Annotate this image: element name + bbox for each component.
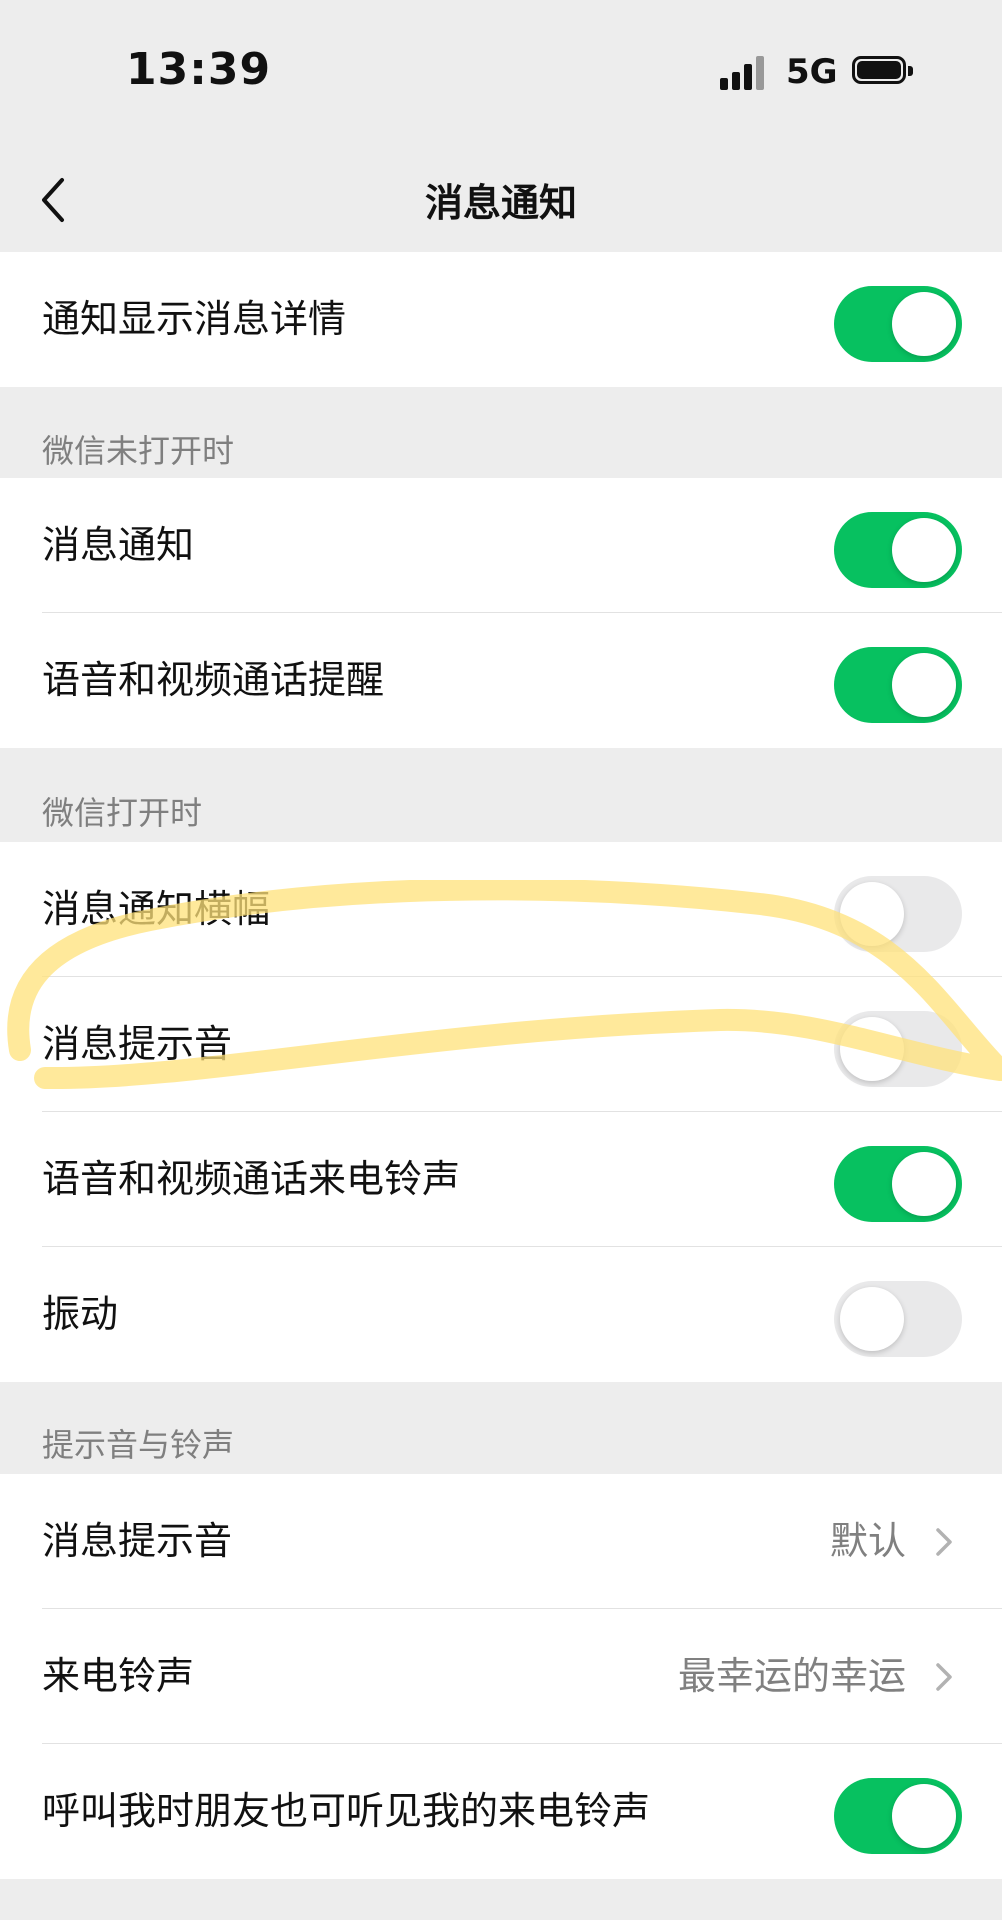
page-title: 消息通知	[424, 181, 577, 225]
setting-row-call-alert[interactable]: 语音和视频通话提醒	[0, 613, 1002, 748]
signal-icon	[720, 56, 768, 90]
setting-value: 默认	[829, 1519, 906, 1563]
setting-label: 消息提示音	[42, 1519, 233, 1563]
setting-label: 语音和视频通话提醒	[42, 658, 385, 702]
setting-label: 语音和视频通话来电铃声	[42, 1157, 461, 1201]
setting-row-message-tone[interactable]: 消息提示音 默认	[0, 1474, 1002, 1609]
setting-label: 消息通知	[42, 523, 195, 567]
section-header-wechat-closed: 微信未打开时	[42, 432, 235, 470]
status-time: 13:39	[126, 44, 272, 95]
chevron-right-icon	[936, 1663, 952, 1691]
section-header-sounds: 提示音与铃声	[42, 1426, 235, 1464]
settings-group-wechat-open: 消息通知横幅 消息提示音 语音和视频通话来电铃声 振动	[0, 842, 1002, 1382]
message-notify-toggle[interactable]	[834, 512, 962, 588]
chevron-right-icon	[936, 1528, 952, 1556]
show-details-toggle[interactable]	[834, 286, 962, 362]
setting-label: 振动	[42, 1292, 119, 1336]
nav-bar: 消息通知	[0, 150, 1002, 250]
setting-row-banner[interactable]: 消息通知横幅	[0, 842, 1002, 977]
friends-hear-ringtone-toggle[interactable]	[834, 1778, 962, 1854]
settings-group-top: 通知显示消息详情	[0, 252, 1002, 387]
message-sound-toggle[interactable]	[834, 1011, 962, 1087]
setting-row-friends-hear-ringtone[interactable]: 呼叫我时朋友也可听见我的来电铃声	[0, 1744, 1002, 1879]
setting-row-call-ringtone[interactable]: 语音和视频通话来电铃声	[0, 1112, 1002, 1247]
call-alert-toggle[interactable]	[834, 647, 962, 723]
setting-row-vibration[interactable]: 振动	[0, 1247, 1002, 1382]
settings-group-wechat-closed: 消息通知 语音和视频通话提醒	[0, 478, 1002, 748]
setting-value: 最幸运的幸运	[677, 1654, 906, 1698]
setting-row-message-notify[interactable]: 消息通知	[0, 478, 1002, 613]
setting-label: 消息提示音	[42, 1022, 233, 1066]
vibration-toggle[interactable]	[834, 1281, 962, 1357]
banner-toggle[interactable]	[834, 876, 962, 952]
call-ringtone-toggle[interactable]	[834, 1146, 962, 1222]
setting-label: 通知显示消息详情	[42, 297, 347, 341]
settings-group-sounds: 消息提示音 默认 来电铃声 最幸运的幸运 呼叫我时朋友也可听见我的来电铃声	[0, 1474, 1002, 1879]
setting-row-message-sound[interactable]: 消息提示音	[0, 977, 1002, 1112]
battery-icon	[852, 56, 916, 90]
network-type: 5G	[786, 52, 838, 92]
setting-row-show-details[interactable]: 通知显示消息详情	[0, 252, 1002, 387]
section-header-wechat-open: 微信打开时	[42, 794, 203, 832]
setting-label: 呼叫我时朋友也可听见我的来电铃声	[42, 1789, 651, 1833]
status-bar: 13:39 5G	[0, 0, 1002, 150]
setting-label: 来电铃声	[42, 1654, 195, 1698]
setting-row-ringtone[interactable]: 来电铃声 最幸运的幸运	[0, 1609, 1002, 1744]
setting-label: 消息通知横幅	[42, 887, 271, 931]
